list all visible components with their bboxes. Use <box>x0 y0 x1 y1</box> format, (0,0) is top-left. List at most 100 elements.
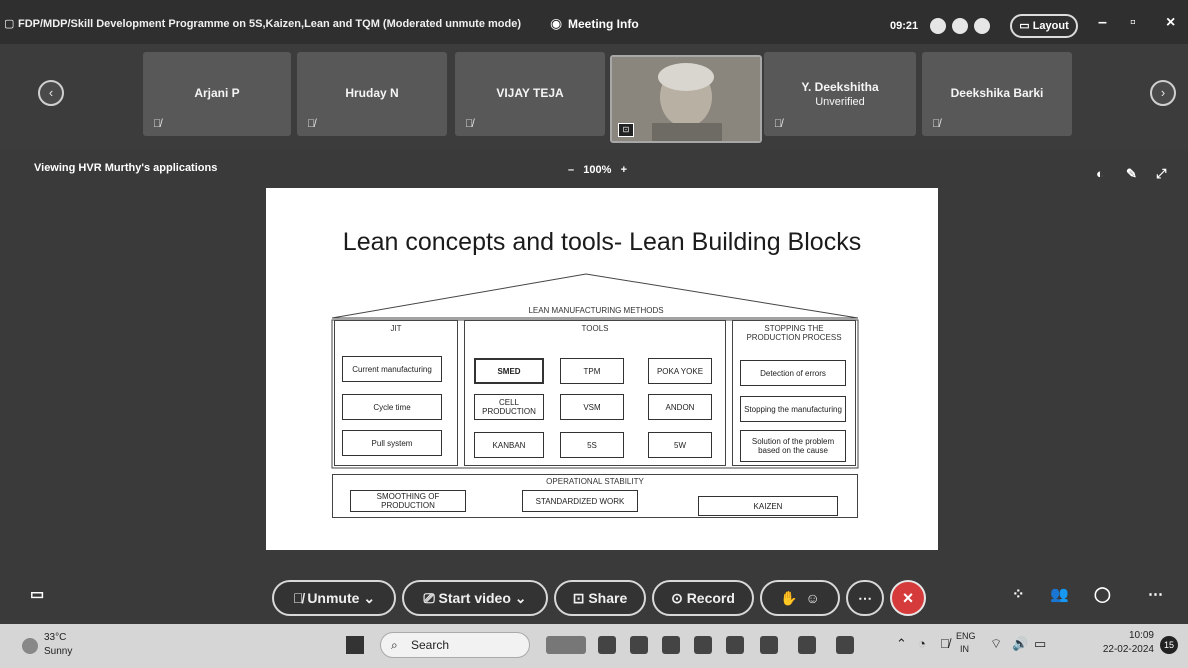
close-button[interactable]: × <box>1166 14 1175 32</box>
tray-app-icon[interactable]: ◔ <box>918 636 926 651</box>
pen-icon[interactable]: ✎ <box>1126 166 1137 182</box>
start-video-button[interactable]: ⎚ Start video ⌄ <box>402 580 548 616</box>
temperature: 33°C <box>44 632 67 643</box>
window-title: FDP/MDP/Skill Development Programme on 5… <box>18 18 522 30</box>
meeting-info-button[interactable]: Meeting Info <box>568 17 639 31</box>
prev-page-arrow-icon[interactable]: ‹ <box>38 80 64 106</box>
search-icon: ⌕ <box>391 638 398 652</box>
taskbar-date[interactable]: 22-02-2024 <box>1094 644 1154 655</box>
title-bar: ▢ FDP/MDP/Skill Development Programme on… <box>0 0 1188 44</box>
apps-icon[interactable]: ⁘ <box>1012 585 1025 603</box>
tool-item: TPM <box>560 358 624 384</box>
wifi-icon[interactable]: ⌔ <box>990 636 1002 652</box>
edge-icon[interactable] <box>836 636 854 654</box>
share-button[interactable]: ⊡ Share <box>554 580 646 616</box>
record-button[interactable]: ⊙ Record <box>652 580 754 616</box>
participant-tile[interactable]: VIJAY TEJA 🎙̸ <box>455 52 605 136</box>
base-item: KAIZEN <box>698 496 838 516</box>
weather-icon <box>22 638 38 654</box>
layout-label: Layout <box>1032 20 1069 32</box>
layout-button[interactable]: ▭ Layout <box>1010 14 1078 38</box>
zoom-out-button[interactable]: – <box>568 164 574 176</box>
jit-header: JIT <box>390 324 402 333</box>
stopping-item: Solution of the problem based on the cau… <box>740 430 846 462</box>
store-icon[interactable] <box>726 636 744 654</box>
next-page-arrow-icon[interactable]: › <box>1150 80 1176 106</box>
hand-raise-icon[interactable]: ✋ <box>780 590 797 607</box>
participant-name: Y. Deekshitha <box>801 80 879 94</box>
record-label: Record <box>686 590 735 606</box>
zoom-control: – 100% + <box>568 164 627 176</box>
mic-muted-tray-icon[interactable]: 🎙̸ <box>940 636 950 651</box>
participant-tile[interactable]: Deekshika Barki 🎙̸ <box>922 52 1072 136</box>
meeting-app-icon[interactable] <box>760 636 778 654</box>
tool-item: SMED <box>474 358 544 384</box>
tray-overflow-icon[interactable]: ⌃ <box>896 636 907 652</box>
participant-name: VIJAY TEJA <box>496 86 564 100</box>
participant-name: Hruday N <box>345 86 399 100</box>
battery-icon[interactable]: ▭ <box>1034 636 1046 652</box>
chevron-down-icon[interactable]: ⌄ <box>363 590 375 607</box>
reactions-group[interactable]: ✋ ☺ <box>760 580 840 616</box>
tool-item: VSM <box>560 394 624 420</box>
task-view-icon[interactable] <box>598 636 616 654</box>
emoji-reaction-icon[interactable]: ☺ <box>805 590 819 606</box>
record-icon: ⊙ <box>671 589 683 606</box>
chat-icon[interactable]: ◯ <box>1094 585 1111 603</box>
participant-tile[interactable]: Hruday N 🎙̸ <box>297 52 447 136</box>
zoom-in-button[interactable]: + <box>621 164 627 176</box>
more-icon: ⋯ <box>858 589 872 606</box>
stopping-header: STOPPING THE PRODUCTION PROCESS <box>746 324 842 342</box>
unmute-button[interactable]: 🎙̸ Unmute ⌄ <box>272 580 396 616</box>
stopping-item: Stopping the manufacturing <box>740 396 846 422</box>
weather-condition: Sunny <box>44 646 73 657</box>
tool-item: CELL PRODUCTION <box>474 394 544 420</box>
tools-header: TOOLS <box>581 324 609 333</box>
shield-icon[interactable] <box>930 18 946 34</box>
mic-muted-icon: 🎙̸ <box>307 118 316 130</box>
browser-icon[interactable] <box>694 636 712 654</box>
participants-icon[interactable]: 👥 <box>1050 585 1069 603</box>
maximize-button[interactable]: ▫ <box>1130 14 1136 32</box>
base-item: SMOOTHING OF PRODUCTION <box>350 490 466 512</box>
security-icon[interactable] <box>952 18 968 34</box>
roof-label: LEAN MANUFACTURING METHODS <box>528 306 664 315</box>
participant-tile[interactable]: Y. Deekshitha Unverified 🎙̸ <box>764 52 916 136</box>
annotate-icon[interactable]: ◐ <box>1096 166 1104 181</box>
mic-muted-icon: 🎙̸ <box>774 118 783 130</box>
active-speaker-video[interactable]: ⊡ <box>610 55 762 143</box>
minimize-button[interactable]: – <box>1098 14 1107 32</box>
stopping-item: Detection of errors <box>740 360 846 386</box>
taskbar-time[interactable]: 10:09 <box>1094 630 1154 641</box>
tool-item: POKA YOKE <box>648 358 712 384</box>
chat-panel-icon[interactable]: ▭ <box>30 585 44 603</box>
network-icon[interactable] <box>974 18 990 34</box>
base-item: STANDARDIZED WORK <box>522 490 638 512</box>
widget-image-icon[interactable] <box>546 636 586 654</box>
fullscreen-icon[interactable]: ⤢ <box>1156 166 1166 182</box>
start-menu-icon[interactable] <box>346 636 364 654</box>
jit-item: Pull system <box>342 430 442 456</box>
volume-icon[interactable]: 🔊 <box>1012 636 1028 652</box>
more-options-icon[interactable]: ⋯ <box>1148 585 1163 603</box>
tool-item: ANDON <box>648 394 712 420</box>
base-header: OPERATIONAL STABILITY <box>546 477 644 486</box>
video-off-icon: ⎚ <box>423 589 435 606</box>
chevron-down-icon[interactable]: ⌄ <box>515 590 527 607</box>
meeting-timer: 09:21 <box>890 20 919 32</box>
jit-item: Current manufacturing <box>342 356 442 382</box>
pin-icon[interactable]: ⊡ <box>618 123 634 137</box>
tool-item: 5W <box>648 432 712 458</box>
participant-tile[interactable]: Arjani P 🎙̸ <box>143 52 291 136</box>
taskbar-search-box[interactable]: ⌕ Search <box>380 632 530 658</box>
more-options-button[interactable]: ⋯ <box>846 580 884 616</box>
chat-app-icon[interactable] <box>630 636 648 654</box>
language-code[interactable]: ENG <box>956 631 976 641</box>
file-explorer-icon[interactable] <box>662 636 680 654</box>
mic-muted-icon: 🎙̸ <box>292 590 304 606</box>
language-region[interactable]: IN <box>960 644 969 654</box>
chrome-icon[interactable] <box>798 636 816 654</box>
leave-meeting-button[interactable]: × <box>890 580 926 616</box>
notification-badge[interactable]: 15 <box>1160 636 1178 654</box>
info-icon: ◉ <box>550 15 563 31</box>
